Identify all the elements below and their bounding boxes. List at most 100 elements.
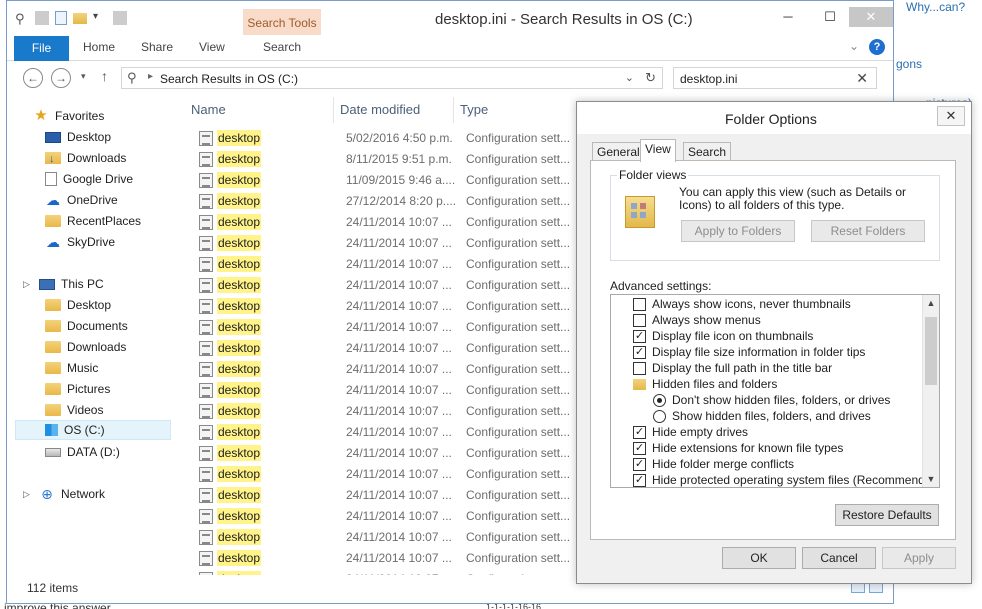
nav-favorites[interactable]: ★ Favorites — [33, 106, 104, 126]
nav-item-skydrive[interactable]: ☁ SkyDrive — [45, 232, 115, 252]
tab-view-active[interactable]: View — [640, 139, 676, 162]
apply-to-folders-button[interactable]: Apply to Folders — [681, 220, 795, 242]
tab-search[interactable]: Search — [683, 142, 732, 162]
checkbox-option[interactable]: Display the full path in the title bar — [633, 360, 832, 376]
close-button[interactable]: ✕ — [849, 7, 893, 27]
nav-item-data-d[interactable]: DATA (D:) — [45, 442, 120, 462]
cancel-button[interactable]: Cancel — [802, 547, 876, 569]
checkbox-option[interactable]: Always show menus — [633, 312, 761, 328]
radio-option[interactable]: Show hidden files, folders, and drives — [653, 408, 871, 424]
radio-option[interactable]: Don't show hidden files, folders, or dri… — [653, 392, 890, 408]
tab-view[interactable]: View — [199, 40, 225, 54]
checkbox[interactable]: ✓ — [633, 457, 646, 471]
help-button[interactable]: ? — [869, 39, 885, 55]
nav-item-desktop[interactable]: Desktop — [45, 127, 111, 147]
bg-link-question[interactable]: Why...can? — [906, 0, 965, 14]
checkbox[interactable]: ✓ — [633, 329, 646, 343]
search-input[interactable]: desktop.ini ✕ — [673, 67, 877, 89]
nav-item-downloads[interactable]: Downloads — [45, 148, 126, 169]
nav-item-music[interactable]: Music — [45, 358, 98, 378]
column-header-date-modified[interactable]: Date modified — [340, 102, 420, 117]
address-bar[interactable]: ⚲ ▸ Search Results in OS (C:) ⌄ ↻ — [121, 67, 663, 89]
column-divider[interactable] — [333, 97, 334, 123]
radio-button[interactable] — [653, 393, 666, 407]
maximize-button[interactable]: ☐ — [815, 7, 845, 27]
search-tools-contextual-tab[interactable]: Search Tools — [243, 9, 321, 37]
file-date-modified: 24/11/2014 10:07 ... — [346, 278, 452, 292]
nav-item-pictures[interactable]: Pictures — [45, 379, 110, 399]
nav-item-pc-desktop[interactable]: Desktop — [45, 295, 111, 315]
column-header-type[interactable]: Type — [460, 102, 488, 117]
ok-button[interactable]: OK — [722, 547, 796, 569]
folder-icon — [45, 320, 61, 332]
checkbox[interactable]: ✓ — [633, 425, 646, 439]
properties-icon[interactable] — [55, 11, 67, 25]
checkbox-option[interactable]: ✓ Display file icon on thumbnails — [633, 328, 813, 344]
column-divider[interactable] — [453, 97, 454, 123]
checkbox[interactable]: ✓ — [633, 441, 646, 455]
nav-network[interactable]: ▷ ⊕ Network — [23, 484, 105, 504]
tab-share[interactable]: Share — [141, 40, 173, 54]
minimize-button[interactable]: ─ — [773, 7, 803, 27]
config-file-icon — [199, 236, 213, 251]
checkbox[interactable] — [633, 297, 646, 311]
folder-views-label: Folder views — [617, 168, 689, 182]
address-text: Search Results in OS (C:) — [160, 72, 299, 86]
tab-search[interactable]: Search — [263, 40, 301, 54]
checkbox-option[interactable]: ✓ Hide empty drives — [633, 424, 748, 440]
chevron-right-icon[interactable]: ▸ — [148, 71, 153, 82]
window-title: desktop.ini - Search Results in OS (C:) — [435, 11, 693, 28]
dialog-close-button[interactable]: ✕ — [937, 106, 965, 126]
column-header-name[interactable]: Name — [191, 102, 226, 117]
up-arrow-icon[interactable]: ↑ — [101, 68, 108, 84]
tab-general[interactable]: General — [592, 142, 645, 162]
checkbox[interactable]: ✓ — [633, 345, 646, 359]
bg-link-gons[interactable]: gons — [896, 57, 922, 71]
ribbon-expand-chevron-icon[interactable]: ⌄ — [849, 39, 859, 53]
nav-item-videos[interactable]: Videos — [45, 400, 103, 420]
nav-this-pc[interactable]: ▷ This PC — [23, 274, 104, 294]
forward-button[interactable]: → — [51, 68, 71, 88]
reset-folders-button[interactable]: Reset Folders — [811, 220, 925, 242]
checkbox-option[interactable]: ✓ Hide protected operating system files (… — [633, 472, 939, 487]
recent-locations-chevron-icon[interactable]: ▾ — [81, 71, 86, 82]
checkbox-option[interactable]: ✓ Display file size information in folder… — [633, 344, 865, 360]
nav-label: Favorites — [55, 109, 105, 123]
nav-item-pc-downloads[interactable]: Downloads — [45, 337, 126, 357]
file-type: Configuration sett... — [466, 215, 571, 229]
apply-button[interactable]: Apply — [882, 547, 956, 569]
chevron-down-icon[interactable]: ▾ — [93, 11, 107, 25]
nav-item-os-c[interactable]: OS (C:) — [15, 420, 171, 440]
scroll-up-icon[interactable]: ▲ — [923, 295, 939, 311]
checkbox[interactable]: ✓ — [633, 473, 646, 487]
scrollbar[interactable]: ▲ ▼ — [922, 295, 939, 487]
clear-search-icon[interactable]: ✕ — [856, 70, 868, 87]
expand-icon[interactable]: ▷ — [23, 274, 33, 294]
checkbox-option[interactable]: ✓ Hide folder merge conflicts — [633, 456, 794, 472]
search-icon[interactable]: ⚲ — [15, 11, 29, 26]
nav-item-onedrive[interactable]: ☁ OneDrive — [45, 190, 118, 210]
checkbox-option[interactable]: Always show icons, never thumbnails — [633, 296, 851, 312]
restore-defaults-button[interactable]: Restore Defaults — [835, 504, 939, 526]
radio-button[interactable] — [653, 409, 666, 423]
nav-item-documents[interactable]: Documents — [45, 316, 128, 336]
back-button[interactable]: ← — [23, 68, 43, 88]
scroll-down-icon[interactable]: ▼ — [923, 471, 939, 487]
file-type: Configuration sett... — [466, 530, 571, 544]
nav-item-google-drive[interactable]: Google Drive — [45, 169, 133, 189]
new-folder-icon[interactable] — [73, 12, 87, 24]
file-type: Configuration sett... — [466, 131, 571, 145]
expand-icon[interactable]: ▷ — [23, 484, 33, 504]
checkbox[interactable] — [633, 361, 646, 375]
tab-file[interactable]: File — [14, 36, 69, 61]
scroll-thumb[interactable] — [925, 317, 937, 385]
nav-item-recentplaces[interactable]: RecentPlaces — [45, 211, 141, 231]
refresh-icon[interactable]: ↻ — [645, 70, 656, 86]
file-date-modified: 24/11/2014 10:07 ... — [346, 320, 452, 334]
checkbox[interactable] — [633, 313, 646, 327]
checkbox-option[interactable]: ✓ Hide extensions for known file types — [633, 440, 843, 456]
tab-home[interactable]: Home — [83, 40, 115, 54]
chevron-down-icon[interactable]: ⌄ — [625, 71, 634, 84]
divider — [35, 11, 49, 25]
config-file-icon — [199, 215, 213, 230]
